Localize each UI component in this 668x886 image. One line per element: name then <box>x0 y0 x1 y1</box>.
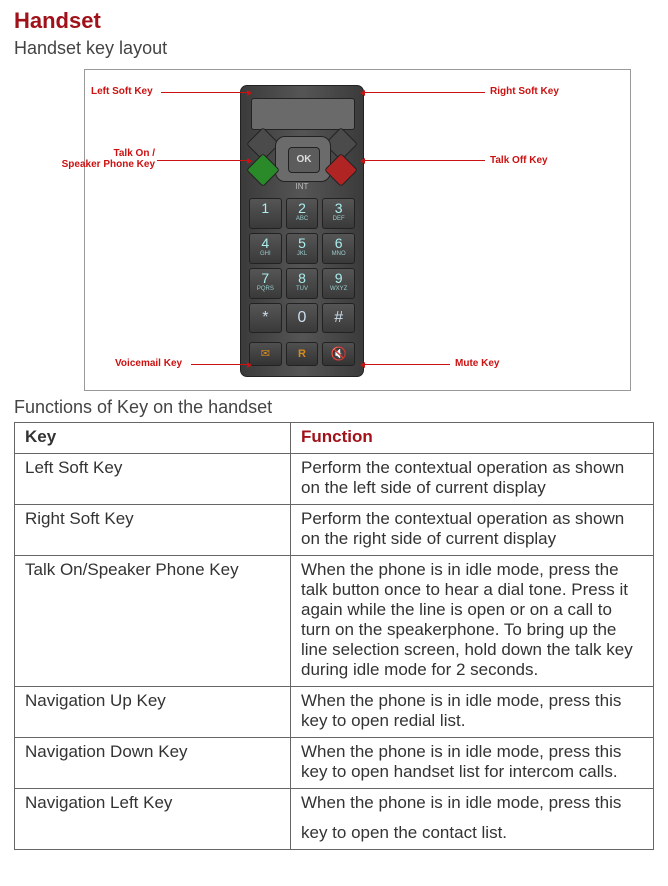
r-key: R <box>286 342 319 366</box>
cell-key: Talk On/Speaker Phone Key <box>15 556 291 687</box>
key-0: 0 <box>286 303 319 333</box>
key-4: 4GHI <box>249 233 282 264</box>
cell-key <box>15 819 291 850</box>
navigation-pad: OK <box>275 136 331 182</box>
cell-func: When the phone is in idle mode, press th… <box>291 738 654 789</box>
section-subtitle: Handset key layout <box>14 38 654 59</box>
cell-func: When the phone is in idle mode, press th… <box>291 687 654 738</box>
table-row: Talk On/Speaker Phone Key When the phone… <box>15 556 654 687</box>
cell-key: Navigation Down Key <box>15 738 291 789</box>
key-9: 9WXYZ <box>322 268 355 299</box>
table-row: key to open the contact list. <box>15 819 654 850</box>
cell-func: key to open the contact list. <box>291 819 654 850</box>
cell-key: Left Soft Key <box>15 454 291 505</box>
cell-func: When the phone is in idle mode, press th… <box>291 556 654 687</box>
leader-line <box>161 92 247 93</box>
cell-func: Perform the contextual operation as show… <box>291 505 654 556</box>
mute-label: Mute Key <box>455 358 499 369</box>
key-5: 5JKL <box>286 233 319 264</box>
table-row: Navigation Left Key When the phone is in… <box>15 789 654 820</box>
ok-button: OK <box>288 147 320 173</box>
voicemail-key-icon: ✉ <box>249 342 282 366</box>
th-function: Function <box>291 423 654 454</box>
cell-key: Navigation Left Key <box>15 789 291 820</box>
bottom-row: ✉ R 🔇 <box>249 342 355 366</box>
key-hash: # <box>322 303 355 333</box>
cell-func: When the phone is in idle mode, press th… <box>291 789 654 820</box>
cell-func: Perform the contextual operation as show… <box>291 454 654 505</box>
page-title: Handset <box>14 8 654 34</box>
table-row: Left Soft Key Perform the contextual ope… <box>15 454 654 505</box>
keypad: 1 2ABC 3DEF 4GHI 5JKL 6MNO 7PQRS 8TUV 9W… <box>249 198 355 333</box>
leader-line <box>365 364 450 365</box>
int-label: INT <box>285 182 319 194</box>
right-soft-label: Right Soft Key <box>490 86 559 97</box>
talk-on-label: Talk On / Speaker Phone Key <box>25 148 155 170</box>
table-caption: Functions of Key on the handset <box>14 397 654 418</box>
table-row: Right Soft Key Perform the contextual op… <box>15 505 654 556</box>
handset-body: OK INT 1 2ABC 3DEF 4GHI 5JKL 6MNO 7PQRS … <box>240 85 364 377</box>
voicemail-label: Voicemail Key <box>115 358 182 369</box>
leader-line <box>191 364 247 365</box>
table-row: Navigation Up Key When the phone is in i… <box>15 687 654 738</box>
key-6: 6MNO <box>322 233 355 264</box>
leader-line <box>365 92 485 93</box>
table-row: Navigation Down Key When the phone is in… <box>15 738 654 789</box>
leader-line <box>365 160 485 161</box>
key-7: 7PQRS <box>249 268 282 299</box>
key-1: 1 <box>249 198 282 229</box>
handset-diagram: OK INT 1 2ABC 3DEF 4GHI 5JKL 6MNO 7PQRS … <box>84 69 631 391</box>
leader-line <box>157 160 247 161</box>
key-2: 2ABC <box>286 198 319 229</box>
talk-off-label: Talk Off Key <box>490 155 548 166</box>
left-soft-label: Left Soft Key <box>91 86 153 97</box>
key-star: * <box>249 303 282 333</box>
th-key: Key <box>15 423 291 454</box>
key-8: 8TUV <box>286 268 319 299</box>
handset-screen <box>251 98 355 130</box>
cell-key: Right Soft Key <box>15 505 291 556</box>
mute-key-icon: 🔇 <box>322 342 355 366</box>
cell-key: Navigation Up Key <box>15 687 291 738</box>
functions-table: Key Function Left Soft Key Perform the c… <box>14 422 654 850</box>
key-3: 3DEF <box>322 198 355 229</box>
